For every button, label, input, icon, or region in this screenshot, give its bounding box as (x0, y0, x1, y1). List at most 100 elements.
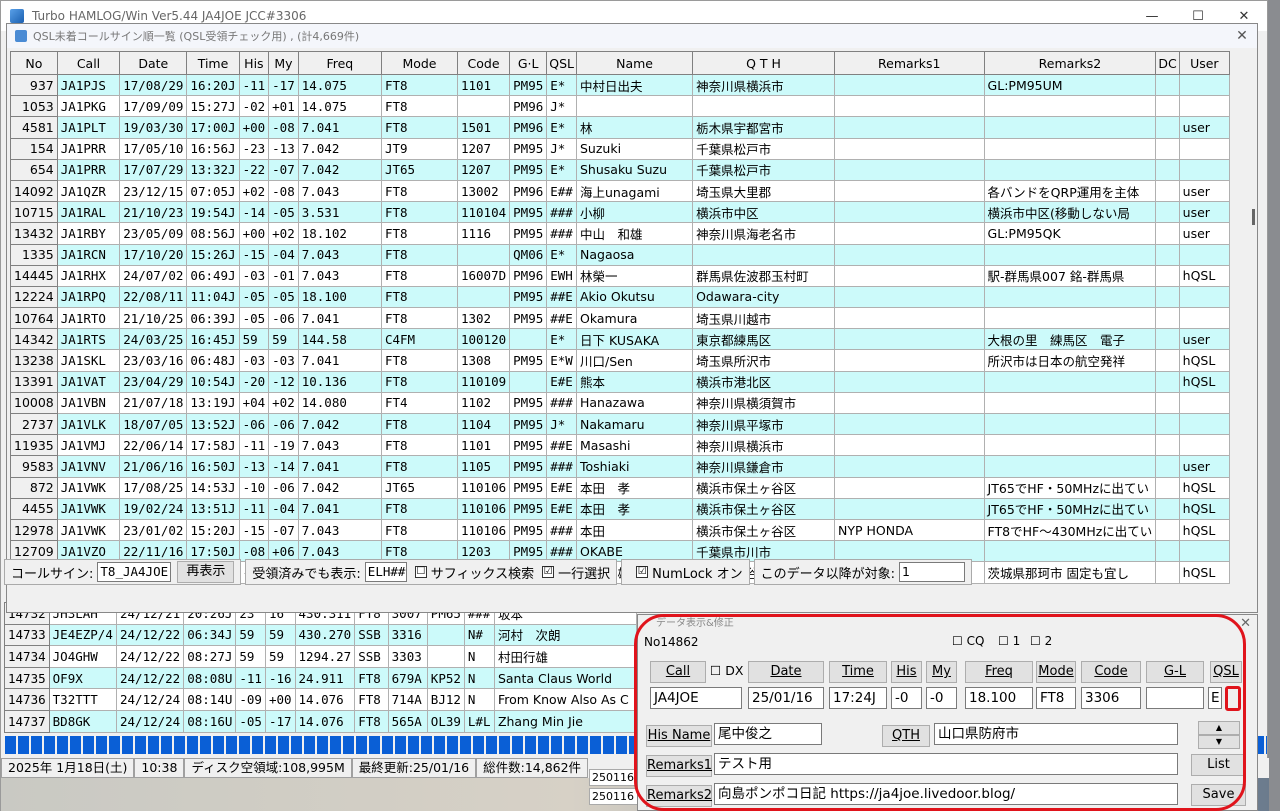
my-field[interactable]: -0 (926, 687, 957, 709)
cell-date: 23/01/02 (119, 518, 188, 542)
table-row[interactable]: 2737 JA1VLK 18/07/05 13:52J -06 -06 7.042 FT8 11… (10, 412, 1230, 436)
column-header[interactable]: QSL (546, 51, 577, 75)
column-header[interactable]: G·L (509, 51, 548, 75)
column-header[interactable]: His (238, 51, 270, 75)
mode-field[interactable]: FT8 (1036, 687, 1076, 709)
gl-label-button[interactable]: G-L (1146, 661, 1204, 683)
list-close-button[interactable]: ✕ (1227, 28, 1257, 44)
table-row[interactable]: 13238 JA1SKL 23/03/16 06:48J -03 -03 7.041 FT8 1… (10, 349, 1230, 372)
two-checkbox-group[interactable]: ☐ 2 (1030, 634, 1052, 648)
table-row[interactable]: 14092 JA1QZR 23/12/15 07:05J +02 -08 7.043 FT8 1… (10, 179, 1230, 203)
column-header[interactable]: Code (456, 51, 511, 75)
numlock-checkbox[interactable]: ☑ (636, 566, 649, 578)
table-row[interactable]: 154 JA1PRR 17/05/10 16:56J -23 -13 7.042 JT9 120… (10, 137, 1230, 160)
qsl-label-button[interactable]: QSL (1210, 661, 1242, 683)
cq-checkbox-group[interactable]: ☐ CQ (952, 634, 984, 648)
table-row[interactable]: 9583 JA1VNV 21/06/16 16:50J -13 -14 7.041 FT8 11… (10, 455, 1230, 478)
log-row[interactable]: 14734 JO4GHW 24/12/22 08:27J 59 59 1294.27 SSB 3… (4, 645, 637, 668)
table-row[interactable]: 4581 JA1PLT 19/03/30 17:00J +00 -08 7.041 FT8 15… (10, 116, 1230, 139)
column-header[interactable]: Call (56, 51, 121, 75)
qsl-field[interactable]: E (1208, 687, 1222, 709)
callsign-input[interactable]: T8_JA4JOE (97, 562, 172, 582)
column-header[interactable]: Time (186, 51, 240, 75)
freq-field[interactable]: 18.100 (965, 687, 1033, 709)
his-field[interactable]: -0 (891, 687, 922, 709)
time-field[interactable]: 17:24J (829, 687, 887, 709)
received-input[interactable]: ELH## (364, 562, 407, 582)
table-row[interactable]: 12978 JA1VWK 23/01/02 15:20J -15 -07 7.043 FT8 1… (10, 518, 1230, 542)
column-header[interactable]: My (268, 51, 299, 75)
column-header[interactable]: Freq (297, 51, 382, 75)
column-header[interactable]: User (1178, 51, 1230, 75)
remarks1-label-button[interactable]: Remarks1 (646, 755, 712, 777)
date-field[interactable]: 25/01/16 (748, 687, 824, 709)
table-row[interactable]: 14445 JA1RHX 24/07/02 06:49J -03 -01 7.043 FT8 1… (10, 264, 1230, 287)
table-row[interactable]: 654 JA1PRR 17/07/29 13:32J -22 -07 7.042 JT65 12… (10, 158, 1230, 181)
minimize-button[interactable]: — (1129, 9, 1175, 24)
mode-label-button[interactable]: Mode (1036, 661, 1076, 683)
column-header[interactable]: Q T H (692, 51, 835, 75)
cell-mode: FT8 (380, 455, 458, 478)
freq-label-button[interactable]: Freq (965, 661, 1033, 683)
table-row[interactable]: 872 JA1VWK 17/08/25 14:53J -10 -06 7.042 JT65 11… (10, 476, 1230, 499)
code-field[interactable]: 3306 (1081, 687, 1141, 709)
remarks2-field[interactable]: 向島ポンポコ日記 https://ja4joe.livedoor.blog/ (714, 783, 1178, 805)
column-header[interactable]: DC (1155, 51, 1180, 75)
log-row[interactable]: 14735 OF9X 24/12/22 08:08U -11 -16 24.911 FT8 67… (4, 666, 637, 690)
table-row[interactable]: 10764 JA1RTO 21/10/25 06:39J -05 -06 7.041 FT8 1… (10, 307, 1230, 330)
call-field[interactable]: JA4JOE (650, 687, 742, 709)
remarks1-field[interactable]: テスト用 (714, 753, 1178, 775)
gl-field[interactable] (1146, 687, 1204, 709)
table-row[interactable]: 4455 JA1VWK 19/02/24 13:51J -11 -04 7.041 FT8 11… (10, 497, 1230, 520)
table-row[interactable]: 12224 JA1RPQ 22/08/11 11:04J -05 -05 18.100 FT8… (10, 285, 1230, 309)
table-row[interactable]: 13391 JA1VAT 23/04/29 10:54J -20 -12 10.136 FT8… (10, 370, 1230, 393)
date-label-button[interactable]: Date (748, 661, 824, 683)
qth-label-button[interactable]: QTH (882, 725, 930, 747)
log-row[interactable]: 14736 T32TTT 24/12/24 08:14U -09 +00 14.076 FT8… (4, 688, 637, 711)
remarks2-label-button[interactable]: Remarks2 (646, 785, 712, 807)
table-row[interactable]: 14342 JA1RTS 24/03/25 16:45J 59 59 144.58 C4FM 1… (10, 328, 1230, 351)
oneline-checkbox[interactable]: ☑ (542, 566, 555, 578)
his-label-button[interactable]: His (891, 661, 922, 683)
dx-checkbox-group[interactable]: ☐ DX (710, 663, 743, 678)
up-arrow-button[interactable]: ▲ (1198, 721, 1240, 735)
column-header[interactable]: No (10, 51, 58, 75)
close-button[interactable]: ✕ (1221, 9, 1267, 24)
scroll-thumb[interactable] (1252, 209, 1255, 225)
cell-call: JA1RAL (56, 201, 121, 224)
time-label-button[interactable]: Time (829, 661, 887, 683)
log-row[interactable]: 14733 JE4EZP/4 24/12/22 06:34J 59 59 430.270 SS… (4, 623, 637, 647)
table-row[interactable]: 1053 JA1PKG 17/09/09 15:27J -02 +01 14.075 FT8 P… (10, 95, 1230, 118)
target-input[interactable]: 1 (898, 562, 965, 582)
column-header[interactable]: Remarks2 (983, 51, 1157, 75)
column-header[interactable]: Name (575, 51, 694, 75)
my-label-button[interactable]: My (926, 661, 957, 683)
vertical-scrollbar[interactable] (1247, 74, 1259, 604)
column-header[interactable]: Mode (380, 51, 458, 75)
table-row[interactable]: 937 JA1PJS 17/08/29 16:20J -11 -17 14.075 FT8 11… (10, 73, 1230, 97)
code-label-button[interactable]: Code (1081, 661, 1141, 683)
table-row[interactable]: 11935 JA1VMJ 22/06/14 17:58J -11 -19 7.043 FT8 1… (10, 434, 1230, 457)
column-header[interactable]: Date (119, 51, 188, 75)
his-name-label-button[interactable]: His Name (646, 725, 712, 747)
table-row[interactable]: 13432 JA1RBY 23/05/09 08:56J +00 +02 18.102 FT8… (10, 222, 1230, 245)
qth-field[interactable]: 山口県防府市 (934, 723, 1178, 745)
log-row[interactable]: 14737 BD8GK 24/12/24 08:16U -05 -17 14.076 FT8 5… (4, 709, 637, 733)
dialog-close-button[interactable]: ✕ (1240, 615, 1251, 633)
list-button[interactable]: List (1191, 754, 1246, 776)
maximize-button[interactable]: ☐ (1175, 9, 1221, 24)
one-checkbox-group[interactable]: ☐ 1 (998, 634, 1020, 648)
cell-dc (1155, 201, 1180, 224)
table-row[interactable]: 10008 JA1VBN 21/07/18 13:19J +04 +02 14.080 FT4… (10, 391, 1230, 415)
table-row[interactable]: 1335 JA1RCN 17/10/20 15:26J -15 -04 7.043 FT8 QM… (10, 243, 1230, 266)
suffix-checkbox[interactable]: ☐ (414, 566, 427, 578)
refresh-button[interactable]: 再表示 (177, 561, 235, 583)
table-row[interactable]: 10715 JA1RAL 21/10/23 19:54J -14 -05 3.531 FT8 1… (10, 201, 1230, 224)
call-label-button[interactable]: Call (650, 661, 706, 683)
his-name-field[interactable]: 尾中俊之 (714, 723, 822, 745)
column-header[interactable]: Remarks1 (834, 51, 985, 75)
down-arrow-button[interactable]: ▼ (1198, 735, 1240, 749)
save-button[interactable]: Save (1191, 784, 1246, 806)
cell-qth: 神奈川県平塚市 (692, 412, 835, 436)
log-cell-qsl: L#L (463, 709, 495, 733)
